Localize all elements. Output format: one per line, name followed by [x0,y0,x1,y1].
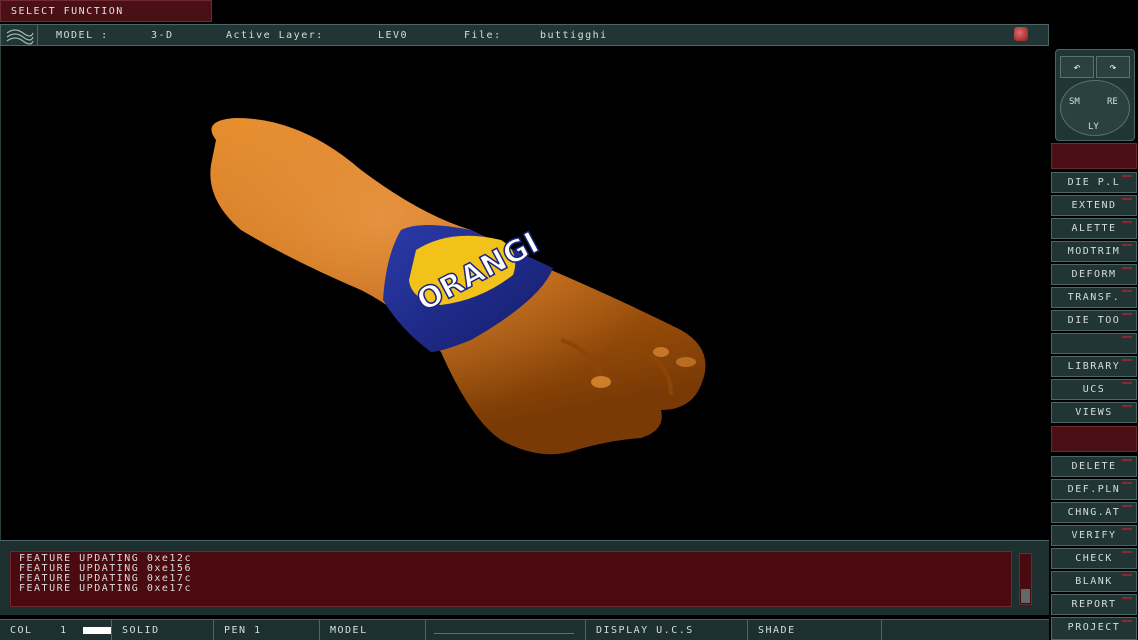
empty-menu-button[interactable] [1051,333,1137,354]
display-ucs-toggle[interactable]: DISPLAY U.C.S [586,620,748,640]
top-bar: SELECT FUNCTION [0,0,1138,22]
dial-re-button[interactable]: RE [1107,97,1118,107]
record-icon[interactable] [1014,27,1028,41]
library-button[interactable]: LIBRARY [1051,356,1137,377]
app-logo-icon[interactable] [1,25,38,45]
model-label: MODEL : [56,30,109,41]
modtrim-button[interactable]: MODTRIM [1051,241,1137,262]
scrollbar-thumb[interactable] [1021,589,1030,603]
color-selector[interactable]: COL 1 [0,620,112,640]
file-label: File: [464,30,502,41]
deform-button[interactable]: DEFORM [1051,264,1137,285]
select-function-prompt: SELECT FUNCTION [0,0,212,22]
view-dial-wheel[interactable]: SM RE LY [1060,80,1130,136]
active-layer-label: Active Layer: [226,30,324,41]
ucs-button[interactable]: UCS [1051,379,1137,400]
rotate-left-icon[interactable]: ↶ [1060,56,1094,78]
right-menu-panel: ↶ ↷ SM RE LY DIE P.L EXTEND ALETTE MODTR… [1049,0,1138,640]
model-viewport[interactable]: ORANGI [0,46,1049,540]
check-button[interactable]: CHECK [1051,548,1137,569]
color-value: 1 [60,625,68,636]
delete-button[interactable]: DELETE [1051,456,1137,477]
message-log: FEATURE UPDATING 0xe12c FEATURE UPDATING… [10,551,1012,607]
progress-line [434,633,574,634]
extend-button[interactable]: EXTEND [1051,195,1137,216]
line-style-selector[interactable]: SOLID [112,620,214,640]
def-pln-button[interactable]: DEF.PLN [1051,479,1137,500]
color-label: COL [10,625,33,636]
rotate-right-icon[interactable]: ↷ [1096,56,1130,78]
alette-button[interactable]: ALETTE [1051,218,1137,239]
transf-button[interactable]: TRANSF. [1051,287,1137,308]
views-button[interactable]: VIEWS [1051,402,1137,423]
die-too-button[interactable]: DIE TOO [1051,310,1137,331]
report-button[interactable]: REPORT [1051,594,1137,615]
blank-button[interactable]: BLANK [1051,571,1137,592]
file-value: buttigghi [540,30,608,41]
header-bar: MODEL : 3-D Active Layer: LEV0 File: but… [0,24,1049,46]
color-swatch [83,626,112,634]
chng-at-button[interactable]: CHNG.AT [1051,502,1137,523]
dial-ly-button[interactable]: LY [1088,122,1099,132]
message-panel: FEATURE UPDATING 0xe12c FEATURE UPDATING… [0,540,1049,615]
message-scrollbar[interactable] [1019,553,1032,605]
bottle-render: ORANGI [210,118,706,455]
menu-separator [1051,426,1137,452]
active-layer-value: LEV0 [378,30,409,41]
pen-selector[interactable]: PEN 1 [214,620,320,640]
dial-sm-button[interactable]: SM [1069,97,1080,107]
status-bar: COL 1 SOLID PEN 1 MODEL DISPLAY U.C.S SH… [0,619,1049,640]
message-line: FEATURE UPDATING 0xe17c [19,583,192,594]
die-pl-button[interactable]: DIE P.L [1051,172,1137,193]
shade-toggle[interactable]: SHADE [748,620,882,640]
view-dial: ↶ ↷ SM RE LY [1055,49,1135,141]
mode-selector[interactable]: MODEL [320,620,426,640]
menu-separator [1051,143,1137,169]
verify-button[interactable]: VERIFY [1051,525,1137,546]
project-button[interactable]: PROJECT [1051,617,1137,640]
model-value: 3-D [151,30,174,41]
progress-field [426,620,586,640]
